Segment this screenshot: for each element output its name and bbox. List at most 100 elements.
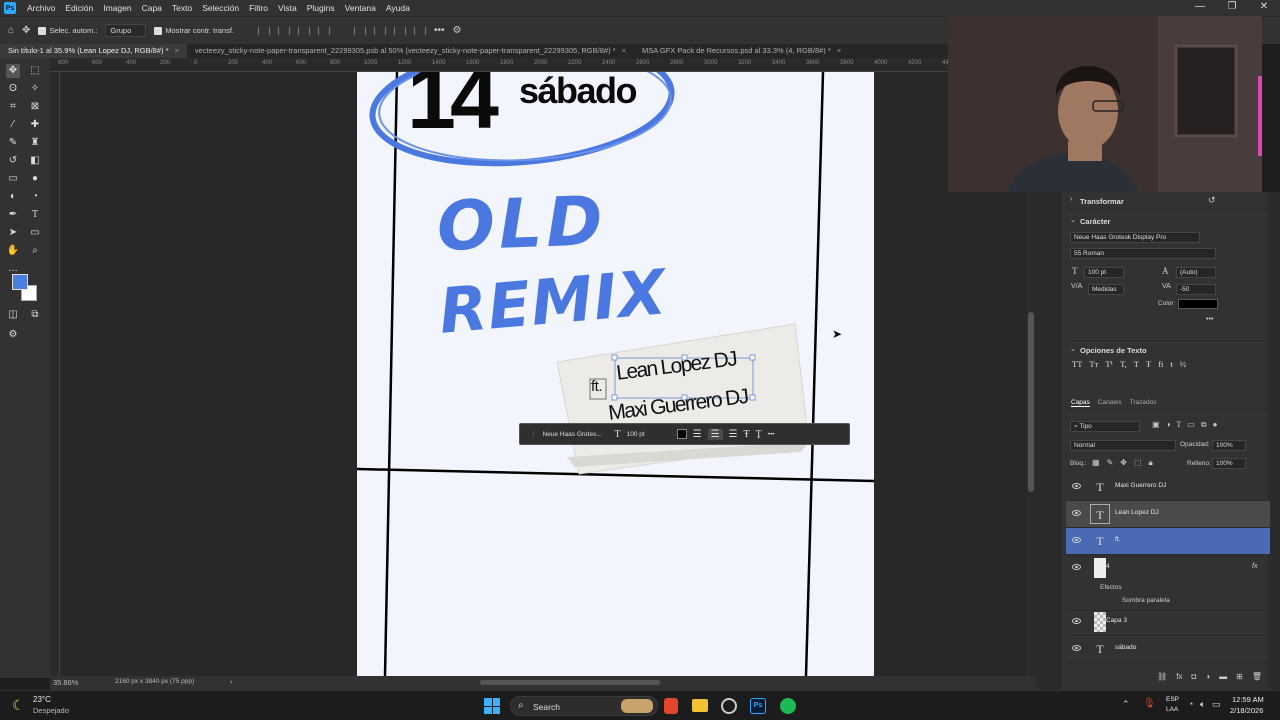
tab-capas[interactable]: Capas: [1071, 399, 1090, 407]
eyedropper-icon[interactable]: ⁄: [6, 118, 20, 132]
chevron-up-icon[interactable]: ⌃: [1122, 699, 1130, 710]
delete-layer-icon[interactable]: 🗑︎: [1252, 672, 1262, 686]
close-button[interactable]: ✕: [1248, 0, 1280, 16]
visibility-eye-icon[interactable]: [1072, 645, 1081, 651]
text-color-swatch[interactable]: [676, 429, 687, 439]
doc-tab-3[interactable]: MSA GFX Pack de Recursos.psd al 33.3% (4…: [634, 44, 849, 58]
adjustment-layer-icon[interactable]: ◑: [1205, 672, 1210, 686]
leading-field[interactable]: (Auto): [1176, 267, 1216, 278]
layer-row[interactable]: T sábado: [1066, 636, 1270, 663]
type-filter-icon[interactable]: T: [1176, 420, 1181, 430]
brave-browser-icon[interactable]: [664, 698, 678, 714]
font-family-select[interactable]: Neue Haas Grotesk Display Pro: [1070, 232, 1200, 243]
scroll-thumb[interactable]: [1028, 312, 1034, 492]
menu-ayuda[interactable]: Ayuda: [381, 0, 415, 16]
history-brush-icon[interactable]: ↺: [6, 154, 20, 168]
align-bottom-icon[interactable]: [394, 26, 407, 35]
fx-icon[interactable]: fx: [1252, 563, 1257, 570]
align-left-icon[interactable]: [258, 26, 271, 35]
underline-button[interactable]: T: [1134, 359, 1139, 369]
marquee-tool-icon[interactable]: ⬚: [28, 64, 42, 78]
stamp-tool-icon[interactable]: ♜: [28, 136, 42, 150]
scroll-thumb[interactable]: [480, 680, 660, 685]
crop-tool-icon[interactable]: ⌗: [6, 100, 20, 114]
wifi-icon[interactable]: ◔: [1188, 699, 1193, 709]
lasso-tool-icon[interactable]: ʘ: [6, 82, 20, 96]
close-tab-icon[interactable]: ×: [622, 46, 626, 55]
rectangle-tool-icon[interactable]: ▭: [28, 226, 42, 240]
new-layer-icon[interactable]: ⊞: [1236, 672, 1243, 686]
microphone-icon[interactable]: 🎙︎: [1143, 698, 1156, 709]
opacity-field[interactable]: 100%: [1212, 440, 1246, 451]
layer-row[interactable]: Capa 3: [1066, 609, 1270, 636]
doc-tab-1[interactable]: Sin título-1 al 35.9% (Lean Lopez DJ, RG…: [0, 44, 187, 58]
zoom-level[interactable]: 35.86%: [53, 678, 78, 687]
day-name[interactable]: sábado: [519, 72, 638, 112]
font-style-select[interactable]: 55 Roman: [1070, 248, 1216, 259]
auto-select-option[interactable]: Selec. autom.:: [38, 26, 97, 35]
new-group-icon[interactable]: ▬: [1219, 672, 1227, 686]
language-layout[interactable]: LAA: [1166, 706, 1178, 713]
fx-menu-icon[interactable]: fx: [1176, 672, 1182, 686]
link-layers-icon[interactable]: ⛓: [1157, 672, 1167, 686]
ordinals-button[interactable]: ŧ: [1170, 359, 1172, 369]
speaker-icon[interactable]: 🔈︎: [1200, 699, 1205, 710]
align-right-icon[interactable]: ☰: [729, 429, 738, 440]
strikethrough-button[interactable]: Ŧ: [1146, 359, 1151, 369]
weather-description[interactable]: Despejado: [33, 706, 69, 715]
small-caps-button[interactable]: Tт: [1089, 359, 1098, 369]
pixel-filter-icon[interactable]: ▣: [1152, 420, 1160, 430]
dodge-tool-icon[interactable]: ◐: [6, 190, 20, 204]
fractions-button[interactable]: ½: [1180, 359, 1186, 369]
move-tool-icon[interactable]: ✥: [22, 25, 30, 36]
reset-icon[interactable]: ↺: [1208, 195, 1216, 206]
healing-brush-icon[interactable]: ✚: [28, 118, 42, 132]
layer-row[interactable]: T Lean Lopez DJ: [1066, 501, 1270, 528]
lock-pixels-icon[interactable]: ✎: [1107, 458, 1114, 468]
lock-position-icon[interactable]: ✥: [1120, 458, 1127, 468]
visibility-eye-icon[interactable]: [1072, 510, 1081, 516]
brush-tool-icon[interactable]: ✎: [6, 136, 20, 150]
lock-all-icon[interactable]: 🔒︎: [1149, 458, 1153, 468]
doc-tab-2[interactable]: vecteezy_sticky-note-paper-transparent_2…: [187, 44, 634, 58]
menu-capa[interactable]: Capa: [137, 0, 167, 16]
gear-icon[interactable]: ⚙: [453, 25, 462, 36]
tab-canales[interactable]: Canales: [1098, 399, 1122, 406]
tab-trazados[interactable]: Trazados: [1130, 399, 1157, 406]
text-transform-icon[interactable]: Ŧ: [744, 429, 750, 440]
minimize-button[interactable]: —: [1184, 0, 1216, 16]
windows-start-icon[interactable]: [484, 698, 500, 714]
layer-filter-select[interactable]: ⌕ Tipo: [1070, 421, 1140, 432]
gradient-tool-icon[interactable]: ▭: [6, 172, 20, 186]
spotify-icon[interactable]: [780, 698, 796, 714]
font-size-dropdown[interactable]: 100 pt: [627, 431, 671, 438]
kerning-field[interactable]: Medidas: [1088, 284, 1124, 295]
font-dropdown[interactable]: Neue Haas Grotes...: [543, 431, 609, 438]
layer-row[interactable]: T Maxi Guerrero DJ: [1066, 474, 1270, 501]
taskbar-search[interactable]: ⌕ Search: [510, 696, 658, 716]
weather-moon-icon[interactable]: ☾: [12, 697, 25, 714]
visibility-eye-icon[interactable]: [1072, 483, 1081, 489]
layer-row-selected[interactable]: T ft.: [1066, 528, 1270, 555]
menu-filtro[interactable]: Filtro: [244, 0, 273, 16]
superscript-button[interactable]: T¹: [1105, 359, 1113, 369]
clock-date[interactable]: 2/18/2026: [1230, 706, 1263, 715]
ft-text[interactable]: ft.: [591, 378, 603, 395]
photoshop-taskbar-icon[interactable]: Ps: [750, 698, 766, 714]
filter-toggle-icon[interactable]: ●: [1213, 420, 1218, 430]
menu-archivo[interactable]: Archivo: [22, 0, 60, 16]
font-size-field[interactable]: 100 pt: [1084, 267, 1124, 278]
align-left-icon[interactable]: ☰: [693, 429, 702, 440]
transform-section[interactable]: › Transformar ↺: [1066, 192, 1268, 210]
collapse-chevron-icon[interactable]: ⌄: [1070, 216, 1076, 224]
more-options-button[interactable]: •••: [1206, 316, 1213, 323]
visibility-eye-icon[interactable]: [1072, 618, 1081, 624]
lock-transparency-icon[interactable]: ▦: [1092, 458, 1100, 468]
clock-time[interactable]: 12:59 AM: [1232, 695, 1264, 704]
all-caps-button[interactable]: TT: [1072, 359, 1082, 369]
distribute-vertical-icon[interactable]: [414, 26, 427, 35]
zoom-tool-icon[interactable]: ⌕: [28, 244, 42, 258]
ligatures-button[interactable]: fi: [1158, 359, 1163, 369]
day-number[interactable]: 14: [407, 72, 499, 142]
show-transform-option[interactable]: Mostrar contr. transf.: [154, 26, 234, 35]
